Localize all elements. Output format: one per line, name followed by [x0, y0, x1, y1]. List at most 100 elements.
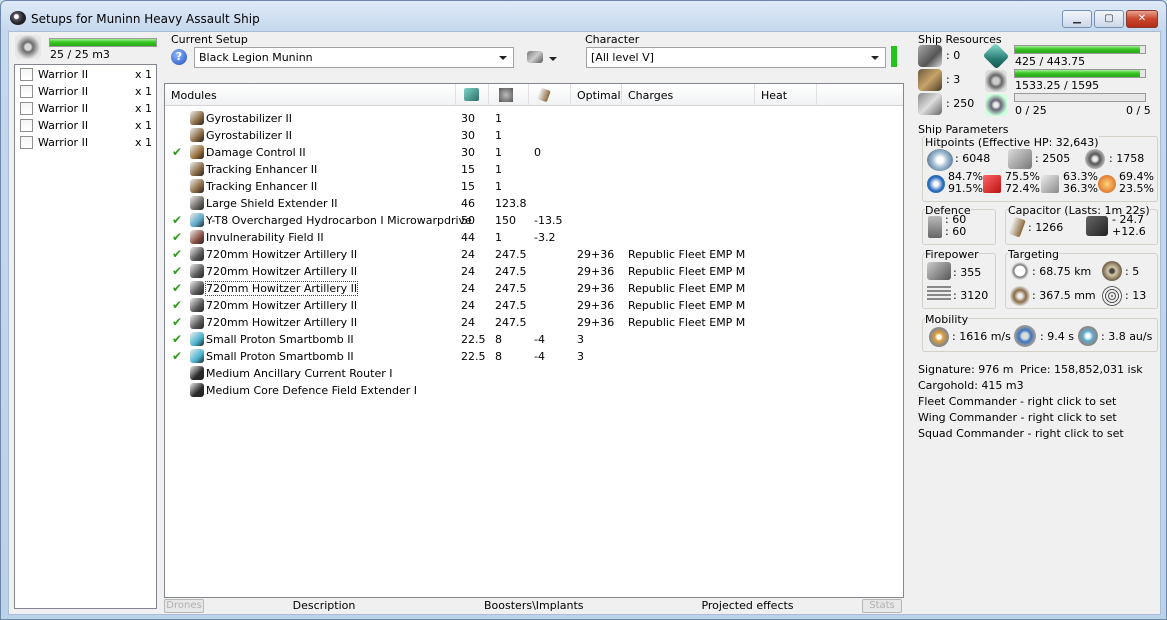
active-check-icon[interactable]: ✔	[172, 264, 182, 278]
tab-drones[interactable]: Drones	[164, 599, 204, 613]
turret-hardpoint-icon	[918, 45, 942, 67]
tab-projected-effects[interactable]: Projected effects	[700, 599, 795, 613]
drone-checkbox[interactable]	[20, 102, 33, 115]
module-cpu: 24	[461, 282, 475, 295]
module-row[interactable]: ✔ Invulnerability Field II 44 1 -3.2	[165, 229, 903, 246]
module-row[interactable]: Gyrostabilizer II 30 1	[165, 110, 903, 127]
drone-row[interactable]: Warrior II x 1	[15, 66, 156, 83]
maximize-button[interactable]: ▢	[1094, 10, 1124, 28]
drone-bandwidth-bar	[1014, 93, 1146, 102]
active-check-icon[interactable]: ✔	[172, 230, 182, 244]
active-check-icon[interactable]: ✔	[172, 349, 182, 363]
module-powergrid: 1	[495, 163, 502, 176]
tab-boosters-implants[interactable]: Boosters\Implants	[484, 599, 584, 613]
shield-hp: : 6048	[955, 152, 991, 165]
drone-row[interactable]: Warrior II x 1	[15, 100, 156, 117]
active-check-icon[interactable]: ✔	[172, 213, 182, 227]
explosive-resist-icon	[1098, 175, 1116, 193]
module-capacitor: -3.2	[534, 231, 556, 244]
ship-options-button[interactable]	[527, 49, 559, 67]
defence-section: Defence : 60: 60	[922, 204, 996, 245]
module-powergrid: 1	[495, 129, 502, 142]
module-cpu: 30	[461, 112, 475, 125]
explosive-resist: 69.4% 23.5%	[1119, 171, 1154, 195]
character-select[interactable]: [All level V]	[586, 47, 886, 68]
active-check-icon[interactable]: ✔	[172, 315, 182, 329]
module-row[interactable]: ✔ Small Proton Smartbomb II 22.5 8 -4 3	[165, 348, 903, 365]
module-charge: Republic Fleet EMP M	[628, 248, 746, 261]
drone-checkbox[interactable]	[20, 68, 33, 81]
module-row[interactable]: ✔ 720mm Howitzer Artillery II 24 247.5 29+36…	[165, 246, 903, 263]
module-row[interactable]: ✔ 720mm Howitzer Artillery II 24 247.5 29+36…	[165, 263, 903, 280]
help-icon[interactable]: ?	[171, 49, 187, 65]
thermal-resist-icon	[983, 175, 1001, 193]
module-powergrid: 247.5	[495, 265, 527, 278]
module-row[interactable]: ✔ 720mm Howitzer Artillery II 24 247.5 29+36…	[165, 280, 903, 297]
drone-checkbox[interactable]	[20, 119, 33, 132]
active-check-icon[interactable]: ✔	[172, 247, 182, 261]
minimize-icon: ▁	[1073, 13, 1081, 24]
setup-select[interactable]: Black Legion Muninn	[194, 47, 514, 68]
title-bar[interactable]: Setups for Muninn Heavy Assault Ship ▁ ▢…	[1, 1, 1166, 31]
module-charge: Republic Fleet EMP M	[628, 265, 746, 278]
drone-bay-capacity: 25 / 25 m3	[50, 48, 110, 61]
module-optimal: 29+36	[577, 282, 615, 295]
powergrid-icon	[499, 88, 513, 102]
tab-stats[interactable]: Stats	[862, 599, 902, 613]
active-check-icon[interactable]: ✔	[172, 145, 182, 159]
active-check-icon[interactable]: ✔	[172, 332, 182, 346]
defence-value-b: : 60	[945, 225, 967, 238]
wing-commander[interactable]: Wing Commander - right click to set	[918, 411, 1117, 424]
active-drones-value: 0 / 5	[1126, 104, 1151, 117]
drone-row[interactable]: Warrior II x 1	[15, 83, 156, 100]
module-row[interactable]: ✔ Small Proton Smartbomb II 22.5 8 -4 3	[165, 331, 903, 348]
module-powergrid: 247.5	[495, 248, 527, 261]
module-optimal: 3	[577, 333, 584, 346]
close-button[interactable]: ✕	[1126, 10, 1158, 28]
active-check-icon[interactable]: ✔	[172, 298, 182, 312]
module-powergrid: 247.5	[495, 316, 527, 329]
dps-value: : 355	[953, 266, 982, 279]
col-charges[interactable]: Charges	[622, 84, 755, 106]
drone-checkbox[interactable]	[20, 85, 33, 98]
module-row[interactable]: Gyrostabilizer II 30 1	[165, 127, 903, 144]
fleet-commander[interactable]: Fleet Commander - right click to set	[918, 395, 1116, 408]
module-powergrid: 1	[495, 231, 502, 244]
module-row[interactable]: Medium Ancillary Current Router I	[165, 365, 903, 382]
tab-description[interactable]: Description	[284, 599, 364, 613]
col-powergrid[interactable]	[489, 84, 529, 106]
minimize-button[interactable]: ▁	[1062, 10, 1092, 28]
col-optimal[interactable]: Optimal	[571, 84, 622, 106]
module-cpu: 50	[461, 214, 475, 227]
col-heat[interactable]: Heat	[755, 84, 817, 106]
sensor-strength-icon	[1102, 286, 1122, 306]
col-cpu[interactable]	[456, 84, 489, 106]
microwarpdrive-icon	[190, 213, 204, 227]
col-capacitor[interactable]	[529, 84, 571, 106]
app-icon	[10, 11, 26, 25]
cpu-value: 425 / 443.75	[1015, 55, 1086, 68]
module-row[interactable]: Tracking Enhancer II 15 1	[165, 161, 903, 178]
module-row[interactable]: ✔ 720mm Howitzer Artillery II 24 247.5 29+36…	[165, 297, 903, 314]
module-row[interactable]: Large Shield Extender II 46 123.8	[165, 195, 903, 212]
module-row[interactable]: ✔ Damage Control II 30 1 0	[165, 144, 903, 161]
module-row[interactable]: Medium Core Defence Field Extender I	[165, 382, 903, 399]
align-time: : 9.4 s	[1040, 330, 1074, 343]
module-row[interactable]: ✔ 720mm Howitzer Artillery II 24 247.5 29+36…	[165, 314, 903, 331]
drone-list[interactable]: Warrior II x 1 Warrior II x 1 Warrior II x 1W…	[14, 64, 157, 609]
targeting-title: Targeting	[1008, 248, 1060, 261]
chevron-down-icon	[499, 56, 507, 60]
max-targets: : 5	[1125, 265, 1140, 278]
col-modules[interactable]: Modules	[165, 84, 456, 106]
module-name: Y-T8 Overcharged Hydrocarbon I Microwarp…	[206, 214, 472, 227]
module-name: Large Shield Extender II	[206, 197, 338, 210]
module-row[interactable]: ✔ Y-T8 Overcharged Hydrocarbon I Microwar…	[165, 212, 903, 229]
drone-row[interactable]: Warrior II x 1	[15, 117, 156, 134]
modules-list[interactable]: Modules Optimal Charges Heat Gyrostabili…	[164, 83, 904, 598]
drone-row[interactable]: Warrior II x 1	[15, 134, 156, 151]
module-capacitor: -4	[534, 350, 545, 363]
drone-checkbox[interactable]	[20, 136, 33, 149]
active-check-icon[interactable]: ✔	[172, 281, 182, 295]
squad-commander[interactable]: Squad Commander - right click to set	[918, 427, 1124, 440]
module-row[interactable]: Tracking Enhancer II 15 1	[165, 178, 903, 195]
